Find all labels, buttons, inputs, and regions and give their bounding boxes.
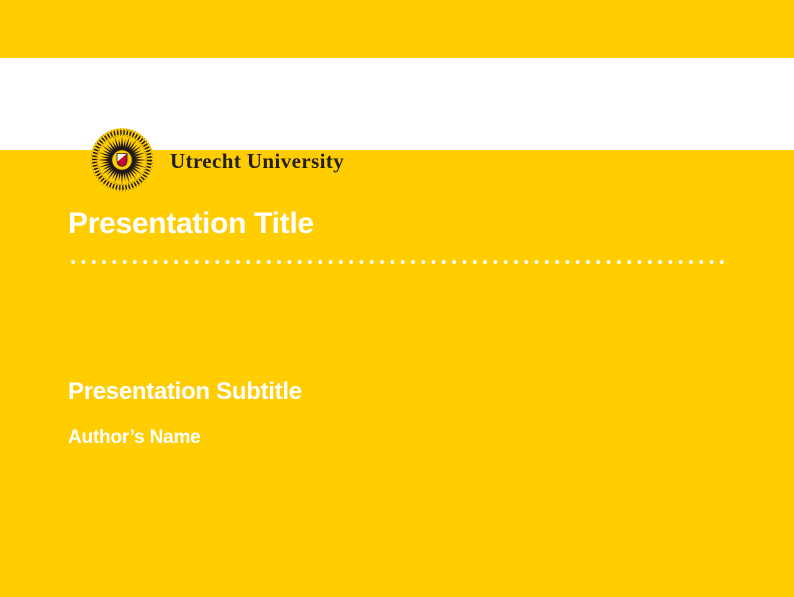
header-band: Utrecht University bbox=[0, 58, 794, 150]
dotted-divider bbox=[68, 258, 729, 266]
author-name: Author’s Name bbox=[68, 426, 201, 450]
university-seal-icon bbox=[90, 128, 154, 192]
top-accent-band bbox=[0, 0, 794, 58]
presentation-title: Presentation Title bbox=[68, 206, 314, 242]
presentation-subtitle: Presentation Subtitle bbox=[68, 377, 302, 406]
university-wordmark: Utrecht University bbox=[170, 149, 344, 174]
presentation-slide: Utrecht University Presentation Title Pr… bbox=[0, 0, 794, 597]
utrecht-university-logo bbox=[90, 128, 154, 192]
